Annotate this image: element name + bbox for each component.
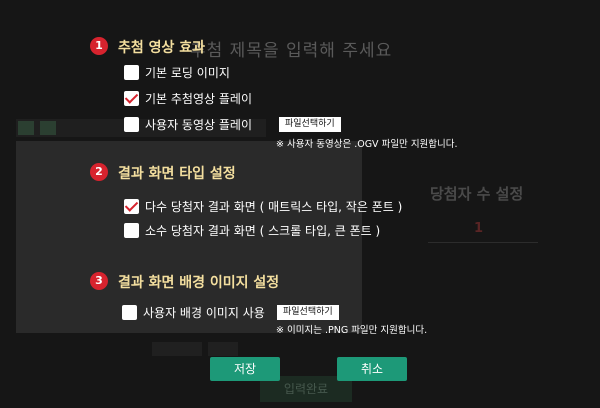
section-1-title: 추첨 영상 효과 [118,40,206,56]
checkbox-scroll-result[interactable] [124,223,139,238]
option-default-video[interactable]: 기본 추첨영상 플레이 [124,90,252,107]
section-3-title: 결과 화면 배경 이미지 설정 [118,275,280,291]
option-default-loading[interactable]: 기본 로딩 이미지 [124,64,230,81]
option-label: 사용자 동영상 플레이 [145,118,252,132]
option-label: 다수 당첨자 결과 화면 ( 매트릭스 타입, 작은 폰트 ) [145,200,403,214]
section-1-badge: 1 [90,37,108,55]
cancel-button[interactable]: 취소 [337,357,407,381]
checkbox-user-background[interactable] [122,305,137,320]
background-file-note: ※ 이미지는 .PNG 파일만 지원합니다. [276,325,428,336]
background-small-box-2 [208,342,238,356]
section-2-badge: 2 [90,163,108,181]
checkbox-user-video[interactable] [124,117,139,132]
video-file-note: ※ 사용자 동영상은 .OGV 파일만 지원합니다. [276,139,458,150]
background-icon-a [18,121,34,135]
checkbox-default-video[interactable] [124,91,139,106]
option-user-video[interactable]: 사용자 동영상 플레이 [124,116,252,133]
video-file-select-button[interactable]: 파일선택하기 [279,117,341,132]
background-title-placeholder: 추첨 제목을 입력해 주세요 [190,41,393,61]
save-button[interactable]: 저장 [210,357,280,381]
option-scroll-result[interactable]: 소수 당첨자 결과 화면 ( 스크롤 타입, 큰 폰트 ) [124,222,380,239]
option-user-background[interactable]: 사용자 배경 이미지 사용 [122,304,265,321]
background-count-underline [428,242,538,243]
option-label: 사용자 배경 이미지 사용 [143,306,265,320]
background-icon-b [40,121,56,135]
option-label: 기본 로딩 이미지 [145,66,230,80]
checkbox-default-loading[interactable] [124,65,139,80]
checkbox-matrix-result[interactable] [124,199,139,214]
background-count-value: 1 [474,221,484,236]
option-label: 소수 당첨자 결과 화면 ( 스크롤 타입, 큰 폰트 ) [145,224,381,238]
section-3-badge: 3 [90,272,108,290]
background-small-box [152,342,202,356]
background-file-select-button[interactable]: 파일선택하기 [277,305,339,320]
option-matrix-result[interactable]: 다수 당첨자 결과 화면 ( 매트릭스 타입, 작은 폰트 ) [124,198,402,215]
section-2-title: 결과 화면 타입 설정 [118,166,236,182]
option-label: 기본 추첨영상 플레이 [145,92,252,106]
background-count-title: 당첨자 수 설정 [430,185,524,203]
